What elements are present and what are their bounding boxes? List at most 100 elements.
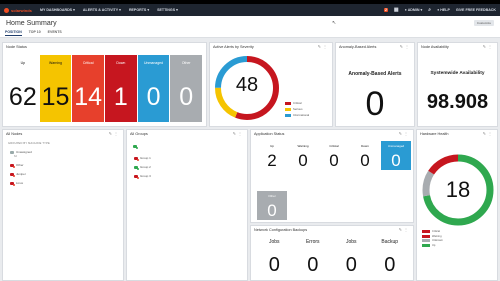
legend-swatch (422, 239, 430, 242)
widget-title: Node Availability (421, 45, 449, 49)
tile-value: 62 (8, 83, 37, 111)
tile-label: Warning (297, 144, 309, 148)
ncm-col[interactable]: Errors 0 (294, 239, 333, 276)
ncm-backups-widget: Network Configuration Backups ✎⋮ Jobs 0 E… (250, 225, 414, 281)
app-tile-warning[interactable]: Warning 0 (288, 141, 318, 170)
status-tile-unmanaged[interactable]: Unmanaged 0 (137, 55, 170, 122)
group-by-header: GROUPED BY MACHINE TYPE (8, 142, 50, 145)
group-item[interactable]: Group 2 (134, 165, 151, 170)
tree-item-count: 62 (14, 155, 17, 158)
mouse-cursor-icon: ↖ (332, 20, 337, 26)
app-tile-up[interactable]: Up 2 (257, 141, 287, 170)
status-tile-up[interactable]: Up 62 (7, 55, 39, 122)
node-status-icon (10, 172, 15, 177)
status-tile-warning[interactable]: Warning 15 (39, 55, 72, 122)
anomaly-alerts-widget: Anomaly-Based Alerts ✎⋮ Anomaly-Based Al… (335, 42, 415, 127)
more-icon[interactable]: ⋮ (404, 131, 410, 136)
more-icon[interactable]: ⋮ (404, 227, 410, 232)
page-title: Home Summary (6, 20, 57, 27)
chevron-down-icon: ▾ (73, 8, 75, 12)
status-tile-critical[interactable]: Critical 14 (72, 55, 105, 122)
ncm-col[interactable]: Jobs 0 (255, 239, 294, 276)
group-item[interactable]: Group 1 (134, 156, 151, 161)
tree-item[interactable]: Linux (10, 181, 23, 186)
chevron-down-icon: ▾ (176, 8, 178, 12)
user-icon: ● (404, 8, 407, 12)
ncm-label: Backup (381, 239, 399, 245)
nav-settings[interactable]: SETTINGS ▾ (157, 8, 178, 12)
tab-position[interactable]: POSITION (5, 30, 22, 36)
ncm-label: Errors (305, 239, 320, 245)
group-item-label: Group 1 (140, 156, 151, 160)
widget-actions: ✎⋮ (483, 44, 494, 49)
tile-label: Critical (82, 61, 94, 65)
more-icon[interactable]: ⋮ (323, 44, 329, 49)
more-icon[interactable]: ⋮ (488, 44, 494, 49)
status-tile-other[interactable]: Other 0 (170, 55, 203, 122)
help-link[interactable]: ● HELP (437, 8, 450, 12)
widget-actions: ✎⋮ (233, 131, 244, 136)
legend-item[interactable]: Informational (285, 113, 309, 117)
customize-button[interactable]: Customize (474, 20, 494, 26)
tile-value: 0 (179, 83, 194, 111)
search-icon[interactable]: ⌕ (428, 7, 431, 13)
tile-value: 15 (41, 83, 70, 111)
legend-item[interactable]: Unknown (422, 239, 443, 242)
nav-my-dashboards[interactable]: MY DASHBOARDS ▾ (40, 8, 75, 12)
ncm-col[interactable]: Jobs 0 (332, 240, 371, 276)
tree-item[interactable]: Juniper (10, 172, 26, 177)
widget-actions: ✎⋮ (399, 131, 410, 136)
widget-actions: ✎⋮ (109, 131, 120, 136)
more-icon[interactable]: ⋮ (488, 131, 494, 136)
more-icon[interactable]: ⋮ (405, 44, 411, 49)
top-nav: solarwinds MY DASHBOARDS ▾ ALERTS & ACTIV… (0, 4, 500, 16)
user-label: ADMIN (407, 8, 420, 12)
tree-item-root[interactable]: Unassigned (10, 150, 32, 154)
grid-icon[interactable]: ▦ (394, 7, 399, 13)
view-tabs: POSITION TOP 10 EVENTS (5, 30, 62, 36)
legend-item[interactable]: Warning (422, 234, 443, 238)
feedback-link[interactable]: GIVE FREE FEEDBACK (456, 8, 496, 12)
legend-item[interactable]: Critical (285, 101, 309, 105)
legend-item[interactable]: Serious (285, 107, 309, 111)
help-label: HELP (440, 8, 450, 12)
brand-label: solarwinds (11, 7, 32, 13)
groups-root[interactable] (133, 145, 138, 149)
availability-label: Systemwide Availability (430, 71, 485, 76)
group-item[interactable]: Group 3 (134, 174, 151, 179)
node-status-icon (10, 181, 15, 186)
more-icon[interactable]: ⋮ (238, 131, 244, 136)
ncm-col[interactable]: Backup 0 (371, 239, 410, 276)
ncm-label: Jobs (268, 239, 280, 245)
tile-value: 1 (113, 83, 128, 111)
more-icon[interactable]: ⋮ (114, 131, 120, 136)
nav-reports[interactable]: REPORTS ▾ (129, 8, 149, 12)
group-item-label: Group 3 (140, 174, 151, 178)
brand-logo[interactable]: solarwinds (4, 7, 32, 13)
tab-top-10[interactable]: TOP 10 (29, 30, 41, 36)
legend-item[interactable]: Critical (422, 230, 443, 233)
app-tile-unmanaged[interactable]: Unmanaged 0 (381, 141, 411, 170)
hardware-health-widget: Hardware Health ✎⋮ 18 Critical Warning U… (416, 129, 498, 281)
ncm-value: 0 (268, 254, 280, 276)
app-tile-other[interactable]: Other 0 (257, 191, 287, 220)
chevron-down-icon: ▾ (119, 8, 121, 12)
node-status-tiles: Up 62 Warning 15 Critical 14 Down 1 Unmanage… (7, 55, 203, 122)
app-tile-critical[interactable]: Critical 0 (319, 141, 349, 170)
legend-item[interactable]: Up (422, 243, 443, 247)
status-tile-down[interactable]: Down 1 (105, 55, 137, 122)
tree-item[interactable]: Other (10, 163, 24, 168)
tab-events[interactable]: EVENTS (48, 30, 62, 36)
tile-value: 0 (146, 83, 161, 111)
notification-badge[interactable]: 2 (384, 8, 388, 12)
widget-title: Anomaly-Based Alerts (339, 45, 377, 49)
anomaly-value: 0 (365, 85, 385, 123)
app-tile-down[interactable]: Down 0 (350, 141, 380, 170)
nav-label: ALERTS & ACTIVITY (82, 8, 119, 12)
tile-label: Other (268, 194, 276, 198)
help-icon: ● (437, 8, 440, 12)
nav-label: REPORTS (128, 8, 147, 12)
nav-alerts-activity[interactable]: ALERTS & ACTIVITY ▾ (83, 8, 121, 12)
legend-swatch (285, 107, 291, 111)
user-menu[interactable]: ● ADMIN ▾ (405, 8, 423, 12)
